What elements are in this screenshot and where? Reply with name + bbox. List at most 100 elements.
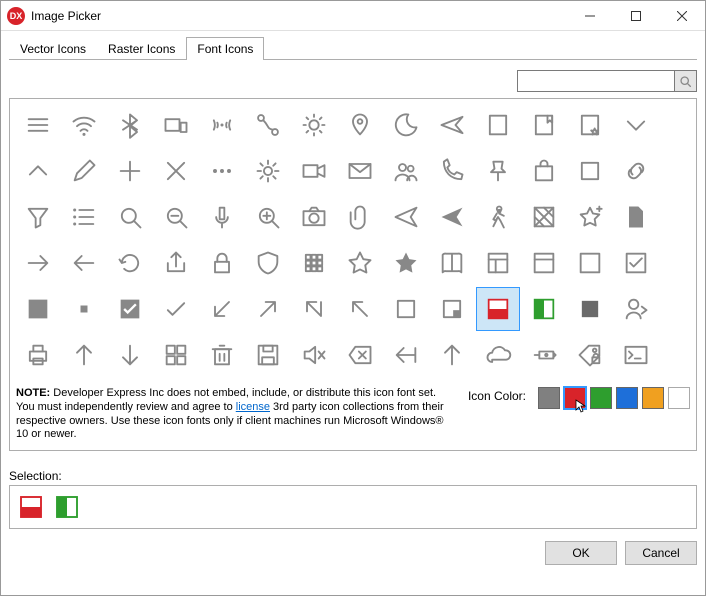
user-arrow-icon[interactable] [614,287,658,331]
arrow-up-icon[interactable] [62,333,106,377]
command-line-icon[interactable] [614,333,658,377]
arrow-up-right-icon[interactable] [246,287,290,331]
half-green-icon[interactable] [522,287,566,331]
license-link[interactable]: license [236,401,270,413]
search-input[interactable] [517,70,675,92]
refresh-icon[interactable] [108,241,152,285]
bookmark-tablet-icon[interactable] [522,103,566,147]
volume-mute-icon[interactable] [292,333,336,377]
plus-icon[interactable] [108,149,152,193]
shield-icon[interactable] [246,241,290,285]
save-icon[interactable] [246,333,290,377]
checkbox-empty-icon[interactable] [568,241,612,285]
square-dark-icon[interactable] [568,287,612,331]
bluetooth-icon[interactable] [108,103,152,147]
settings-icon[interactable] [246,149,290,193]
up-icon[interactable] [430,333,474,377]
phone-icon[interactable] [430,149,474,193]
route-icon[interactable] [246,103,290,147]
tab-raster-icons[interactable]: Raster Icons [97,37,186,60]
airplane-icon[interactable] [430,103,474,147]
shopping-bag-icon[interactable] [522,149,566,193]
delete-x-icon[interactable] [338,333,382,377]
star-outline-icon[interactable] [338,241,382,285]
color-swatch-2[interactable] [590,387,612,409]
arrow-up-left-alt-icon[interactable] [292,287,336,331]
send-icon[interactable] [430,195,474,239]
square-corner-icon[interactable] [430,287,474,331]
tag-lock-icon[interactable] [568,333,612,377]
square-icon[interactable] [568,149,612,193]
link-icon[interactable] [614,149,658,193]
people-icon[interactable] [384,149,428,193]
cloud-icon[interactable] [476,333,520,377]
brightness-icon[interactable] [292,103,336,147]
color-swatch-4[interactable] [642,387,664,409]
camera-icon[interactable] [292,195,336,239]
square-small-icon[interactable] [62,287,106,331]
arrow-up-left-icon[interactable] [338,287,382,331]
apps-icon[interactable] [154,333,198,377]
wifi-icon[interactable] [62,103,106,147]
walk-icon[interactable] [476,195,520,239]
flashlight-icon[interactable] [522,333,566,377]
arrow-right-icon[interactable] [16,241,60,285]
zoom-out-icon[interactable] [154,195,198,239]
check-icon[interactable] [154,287,198,331]
color-swatch-0[interactable] [538,387,560,409]
send-outline-icon[interactable] [384,195,428,239]
filter-icon[interactable] [16,195,60,239]
attach-icon[interactable] [338,195,382,239]
share-icon[interactable] [154,241,198,285]
accept-icon[interactable] [108,287,152,331]
document-icon[interactable] [614,195,658,239]
arrow-left-icon[interactable] [62,241,106,285]
tab-vector-icons[interactable]: Vector Icons [9,37,97,60]
tablet-icon[interactable] [476,103,520,147]
list-icon[interactable] [62,195,106,239]
keypad-icon[interactable] [292,241,336,285]
book-icon[interactable] [430,241,474,285]
tab-font-icons[interactable]: Font Icons [186,37,264,60]
star-tablet-icon[interactable] [568,103,612,147]
menu-icon[interactable] [16,103,60,147]
print-icon[interactable] [16,333,60,377]
maximize-button[interactable] [613,1,659,31]
edit-icon[interactable] [62,149,106,193]
delete-icon[interactable] [200,333,244,377]
location-icon[interactable] [338,103,382,147]
zoom-in-icon[interactable] [246,195,290,239]
lock-icon[interactable] [200,241,244,285]
checkbox-checked-icon[interactable] [614,241,658,285]
back-icon[interactable] [384,333,428,377]
devices-icon[interactable] [154,103,198,147]
pattern-icon[interactable] [522,195,566,239]
search-icon[interactable] [108,195,152,239]
microphone-icon[interactable] [200,195,244,239]
moon-icon[interactable] [384,103,428,147]
star-add-icon[interactable] [568,195,612,239]
color-swatch-1[interactable] [564,387,586,409]
color-swatch-3[interactable] [616,387,638,409]
more-icon[interactable] [200,149,244,193]
mail-icon[interactable] [338,149,382,193]
square-filled-icon[interactable] [16,287,60,331]
selection-half-red[interactable] [16,492,46,522]
pin-icon[interactable] [476,149,520,193]
layout-1-icon[interactable] [476,241,520,285]
color-swatch-5[interactable] [668,387,690,409]
search-button[interactable] [675,70,697,92]
selection-half-green[interactable] [52,492,82,522]
arrow-down-icon[interactable] [108,333,152,377]
chevron-up-icon[interactable] [16,149,60,193]
square-outline-icon[interactable] [384,287,428,331]
cancel-button[interactable]: Cancel [625,541,697,565]
video-icon[interactable] [292,149,336,193]
broadcast-icon[interactable] [200,103,244,147]
star-filled-icon[interactable] [384,241,428,285]
minimize-button[interactable] [567,1,613,31]
layout-2-icon[interactable] [522,241,566,285]
close-icon[interactable] [154,149,198,193]
arrow-down-left-icon[interactable] [200,287,244,331]
chevron-down-icon[interactable] [614,103,658,147]
